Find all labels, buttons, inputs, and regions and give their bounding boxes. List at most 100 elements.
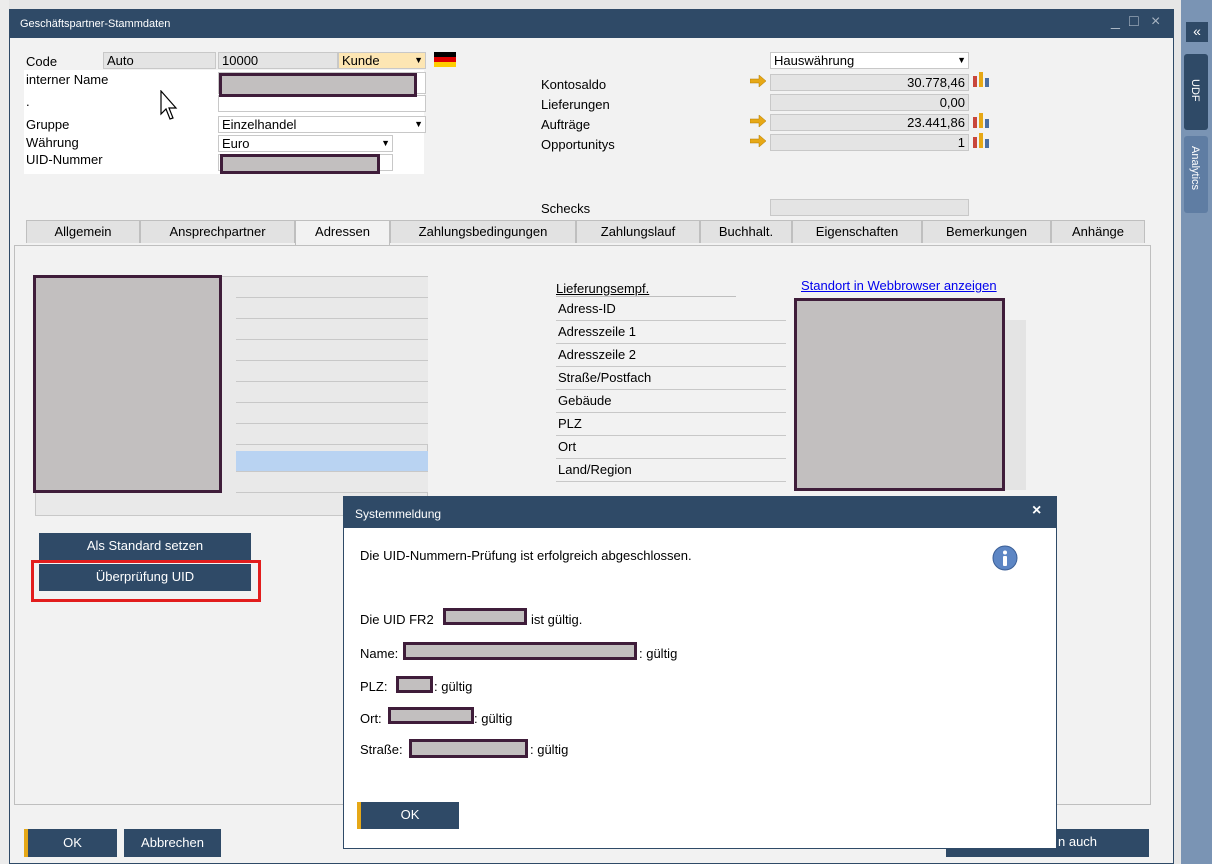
ort-valid: : gültig xyxy=(474,711,513,726)
minimize-icon[interactable]: _ xyxy=(1111,13,1120,31)
list-item[interactable] xyxy=(236,403,428,424)
country-label: Land/Region xyxy=(556,459,786,482)
balance-label: Kontosaldo xyxy=(541,77,607,92)
plz-valid: : gültig xyxy=(434,679,473,694)
tab-payment-terms[interactable]: Zahlungsbedingungen xyxy=(390,220,576,243)
redacted-address-values xyxy=(794,298,1005,491)
tab-bar: Allgemein Ansprechpartner Adressen Zahlu… xyxy=(26,220,1145,245)
dot-label: . xyxy=(26,94,30,109)
bar-chart-icon[interactable] xyxy=(972,112,990,128)
divider xyxy=(556,296,736,297)
link-arrow-icon[interactable] xyxy=(750,135,766,147)
list-item[interactable] xyxy=(236,424,428,445)
uid-label: UID-Nummer xyxy=(26,152,103,167)
link-arrow-icon[interactable] xyxy=(750,75,766,87)
redacted-city xyxy=(388,707,474,724)
tab-accounting[interactable]: Buchhalt. xyxy=(700,220,792,243)
redacted-internal-name xyxy=(219,73,417,97)
currency-select[interactable]: Euro ▼ xyxy=(218,135,393,152)
info-icon xyxy=(992,545,1018,571)
collapse-icon[interactable]: « xyxy=(1186,22,1208,42)
redacted-uid xyxy=(220,154,380,174)
opportunities-label: Opportunitys xyxy=(541,137,615,152)
list-item[interactable] xyxy=(236,319,428,340)
chevron-down-icon: ▼ xyxy=(381,138,390,148)
tab-payment-run[interactable]: Zahlungslauf xyxy=(576,220,700,243)
redacted-plz xyxy=(396,676,433,693)
set-default-button[interactable]: Als Standard setzen xyxy=(39,533,251,560)
close-icon[interactable]: × xyxy=(1151,13,1160,31)
chevron-down-icon: ▼ xyxy=(414,119,423,129)
map-link[interactable]: Standort in Webbrowser anzeigen xyxy=(801,278,997,293)
street-valid: : gültig xyxy=(530,742,569,757)
list-item[interactable] xyxy=(236,298,428,319)
redacted-street xyxy=(409,739,528,758)
list-item[interactable] xyxy=(236,472,428,493)
currency-view-select[interactable]: Hauswährung ▼ xyxy=(770,52,969,69)
name-label: Name: xyxy=(360,646,399,661)
list-item[interactable] xyxy=(236,382,428,403)
german-flag-icon xyxy=(434,52,456,67)
code-label: Code xyxy=(26,54,58,69)
udf-label: UDF xyxy=(1189,79,1201,102)
group-value: Einzelhandel xyxy=(222,117,297,132)
dialog-title: Systemmeldung xyxy=(355,507,442,521)
balance-field: 30.778,46 xyxy=(770,74,969,91)
list-item[interactable] xyxy=(236,340,428,361)
ship-to-header: Lieferungsempf. xyxy=(556,281,650,296)
bar-chart-icon[interactable] xyxy=(972,132,990,148)
plz-label: PLZ: xyxy=(360,679,388,694)
dialog-titlebar: Systemmeldung × xyxy=(344,497,1056,528)
orders-field: 23.441,86 xyxy=(770,114,969,131)
building-label: Gebäude xyxy=(556,390,786,413)
code-input[interactable]: 10000 xyxy=(218,52,338,69)
street-label: Straße: xyxy=(360,742,403,757)
tab-remarks[interactable]: Bemerkungen xyxy=(922,220,1051,243)
foreign-name-input[interactable] xyxy=(218,95,426,112)
background-strip xyxy=(0,0,9,864)
bar-chart-icon[interactable] xyxy=(972,71,990,87)
tab-contacts[interactable]: Ansprechpartner xyxy=(140,220,295,243)
currency-value: Euro xyxy=(222,136,250,151)
address-line2-label: Adresszeile 2 xyxy=(556,344,786,367)
uid-prefix: Die UID FR2 xyxy=(360,612,434,627)
analytics-label: Analytics xyxy=(1189,146,1201,191)
tab-general[interactable]: Allgemein xyxy=(26,220,140,243)
redacted-uid-number xyxy=(443,608,527,625)
dialog-ok-button[interactable]: OK xyxy=(357,802,459,829)
address-id-label: Adress-ID xyxy=(556,298,786,321)
tab-attachments[interactable]: Anhänge xyxy=(1051,220,1145,243)
deliveries-field: 0,00 xyxy=(770,94,969,111)
list-item-selected[interactable] xyxy=(236,451,428,472)
group-label: Gruppe xyxy=(26,117,70,132)
tab-addresses[interactable]: Adressen xyxy=(295,220,390,245)
sidebar-tab-udf[interactable]: UDF xyxy=(1184,54,1208,130)
name-valid: : gültig xyxy=(639,646,678,661)
redacted-address-list xyxy=(33,275,222,493)
street-label: Straße/Postfach xyxy=(556,367,786,390)
type-select[interactable]: Kunde ▼ xyxy=(338,52,426,69)
list-item[interactable] xyxy=(236,277,428,298)
group-select[interactable]: Einzelhandel ▼ xyxy=(218,116,426,133)
checks-field xyxy=(770,199,969,216)
opportunities-field: 1 xyxy=(770,134,969,151)
zip-label: PLZ xyxy=(556,413,786,436)
orders-label: Aufträge xyxy=(541,117,591,132)
currency-label: Währung xyxy=(26,135,79,150)
maximize-icon[interactable]: □ xyxy=(1129,13,1139,31)
sidebar-tab-analytics[interactable]: Analytics xyxy=(1184,136,1208,213)
deliveries-label: Lieferungen xyxy=(541,97,610,112)
dialog-close-icon[interactable]: × xyxy=(1032,502,1041,520)
tab-properties[interactable]: Eigenschaften xyxy=(792,220,922,243)
code-series-field[interactable]: Auto xyxy=(103,52,216,69)
ok-button[interactable]: OK xyxy=(24,829,117,857)
chevron-down-icon: ▼ xyxy=(957,55,966,65)
address-line1-label: Adresszeile 1 xyxy=(556,321,786,344)
internal-name-label: interner Name xyxy=(26,72,109,87)
cancel-button[interactable]: Abbrechen xyxy=(124,829,221,857)
check-uid-button[interactable]: Überprüfung UID xyxy=(39,564,251,591)
dialog-message: Die UID-Nummern-Prüfung ist erfolgreich … xyxy=(360,548,692,563)
right-side-panel: « UDF Analytics xyxy=(1181,0,1212,864)
list-item[interactable] xyxy=(236,361,428,382)
link-arrow-icon[interactable] xyxy=(750,115,766,127)
